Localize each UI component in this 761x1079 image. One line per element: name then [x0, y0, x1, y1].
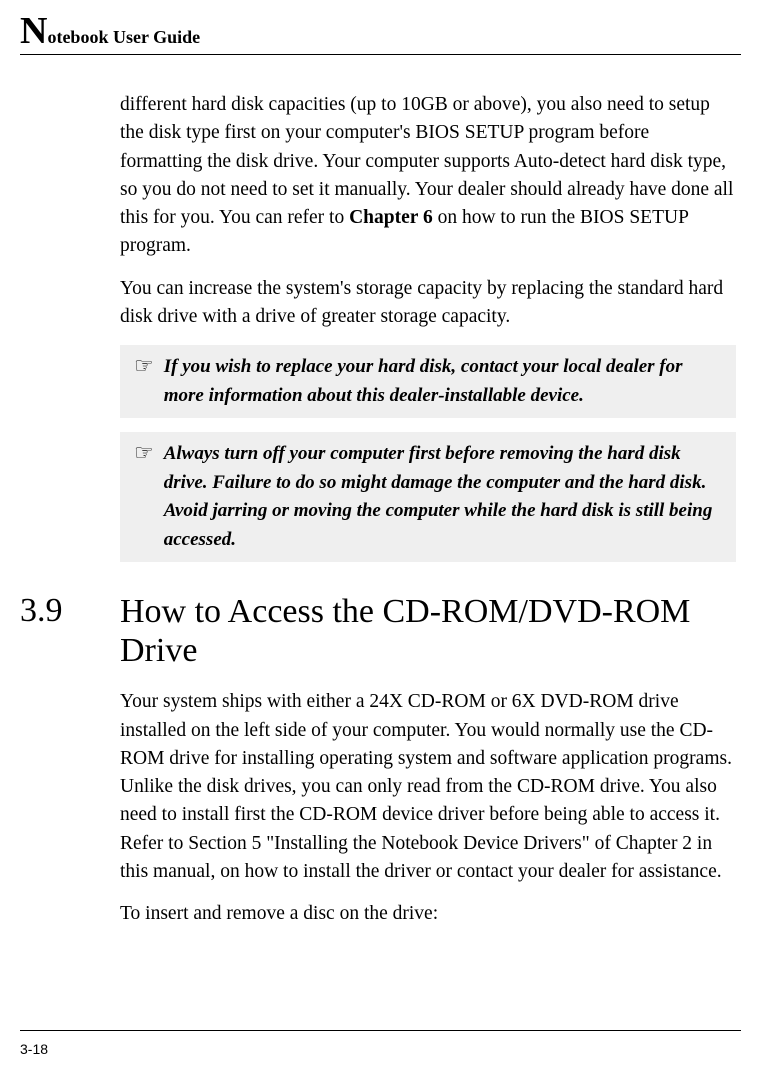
note-text-2: Always turn off your computer first befo…	[164, 440, 726, 554]
paragraph-1: different hard disk capacities (up to 10…	[120, 91, 736, 261]
footer-rule	[20, 1030, 741, 1031]
chapter-ref: Chapter 6	[349, 207, 433, 228]
section-title: How to Access the CD-ROM/DVD-ROM Drive	[120, 592, 736, 670]
page-root: Notebook User Guide different hard disk …	[0, 0, 761, 1079]
header-rule	[20, 54, 741, 55]
note-text-1: If you wish to replace your hard disk, c…	[164, 353, 726, 410]
header-title: otebook User Guide	[47, 27, 200, 47]
paragraph-2: You can increase the system's storage ca…	[120, 275, 736, 332]
section-heading-row: 3.9 How to Access the CD-ROM/DVD-ROM Dri…	[20, 592, 736, 670]
paragraph-4: To insert and remove a disc on the drive…	[120, 900, 736, 928]
note-box-1: ☞ If you wish to replace your hard disk,…	[120, 345, 736, 418]
page-header: Notebook User Guide	[20, 0, 741, 55]
header-dropcap: N	[20, 12, 47, 50]
paragraph-3: Your system ships with either a 24X CD-R…	[120, 688, 736, 886]
pointing-hand-icon: ☞	[134, 440, 154, 466]
note-box-2: ☞ Always turn off your computer first be…	[120, 432, 736, 562]
pointing-hand-icon: ☞	[134, 353, 154, 379]
content-area: different hard disk capacities (up to 10…	[120, 91, 736, 928]
section-number: 3.9	[20, 592, 120, 630]
page-number: 3-18	[20, 1041, 48, 1057]
